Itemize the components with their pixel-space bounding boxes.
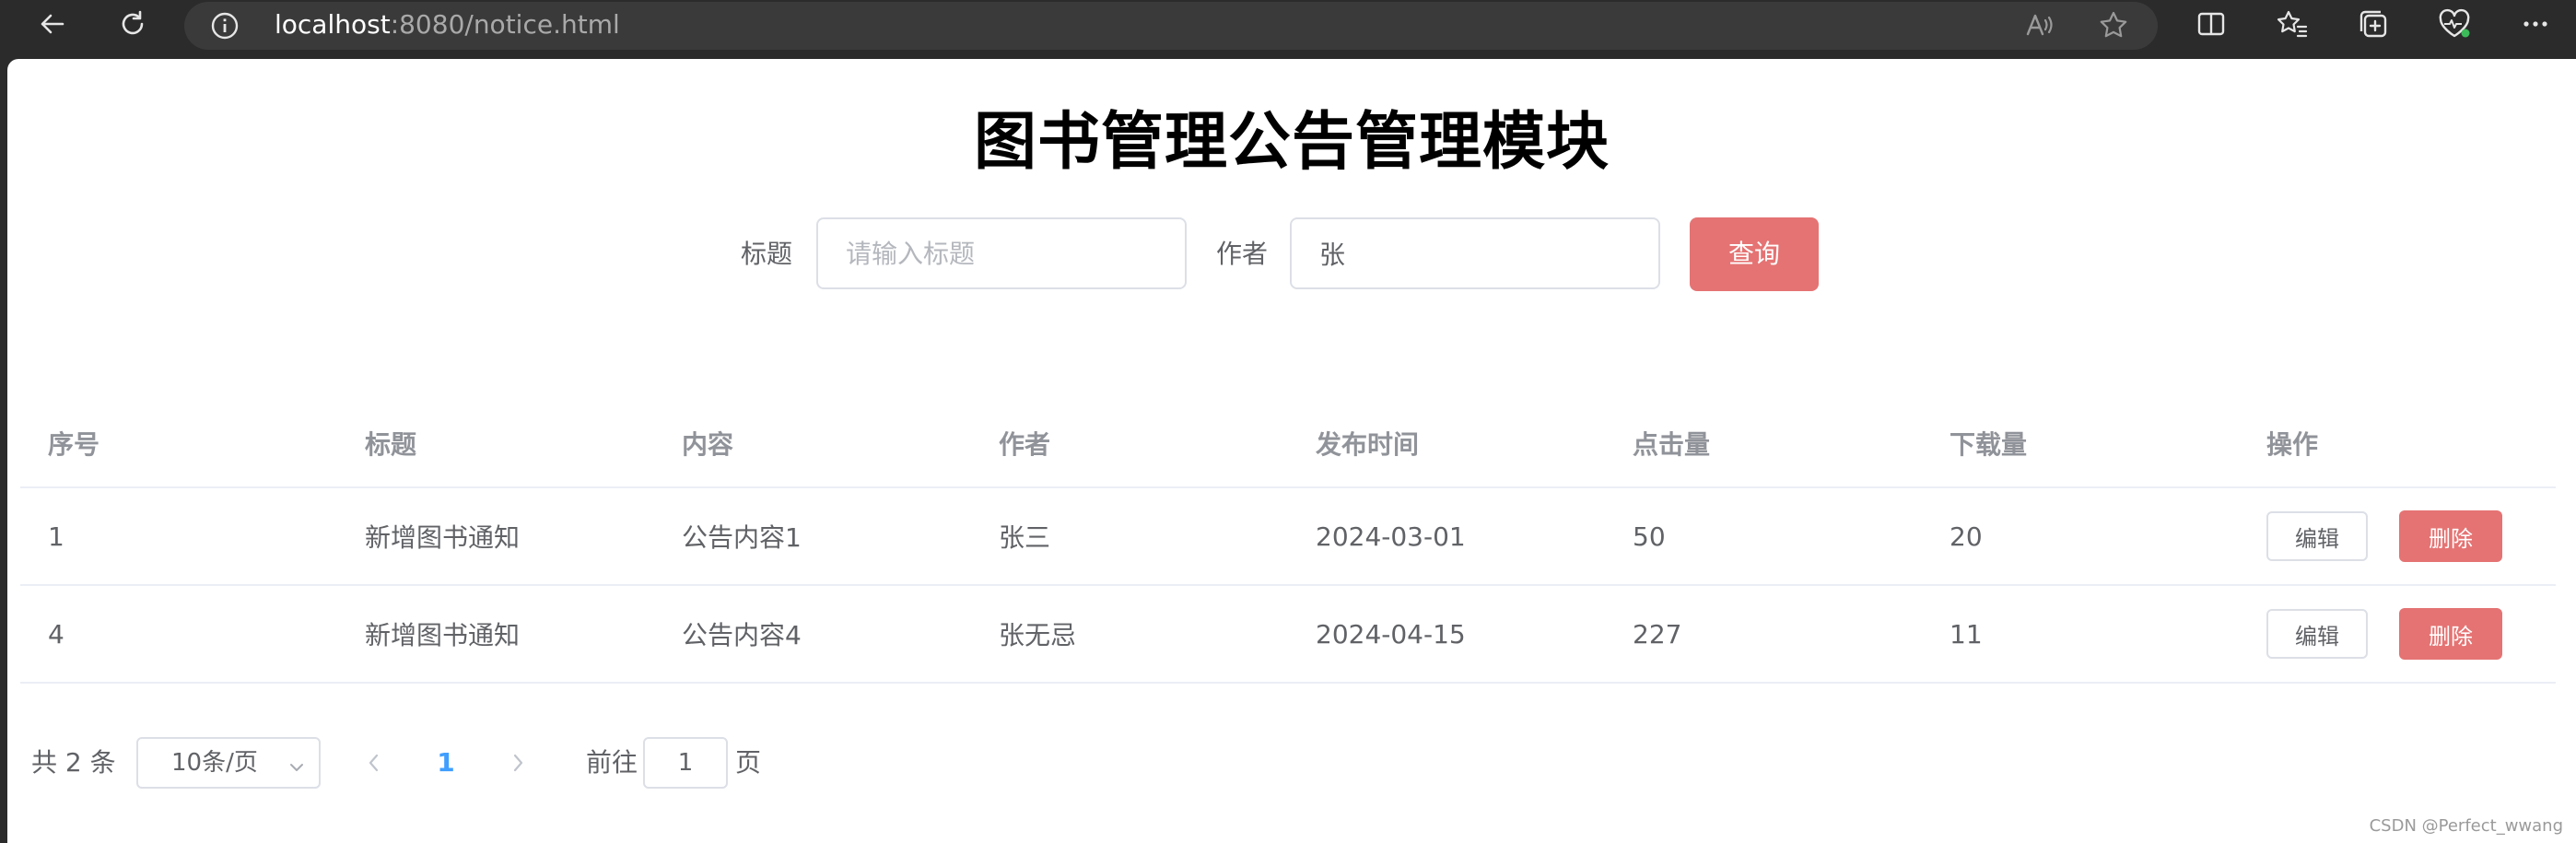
header-author: 作者 <box>999 429 1051 460</box>
cell-actions: 编辑 删除 <box>2266 586 2502 682</box>
watermark: CSDN @Perfect_wwang <box>2369 816 2563 836</box>
more-options-icon[interactable] <box>2510 0 2561 48</box>
refresh-icon[interactable] <box>107 0 158 48</box>
cell-actions: 编辑 删除 <box>2266 488 2502 584</box>
url-host: localhost <box>275 9 391 40</box>
page-size-select[interactable]: 10条/页 <box>136 737 321 789</box>
header-clicks: 点击量 <box>1633 429 1711 460</box>
header-downloads: 下载量 <box>1950 429 2028 460</box>
browser-essentials-icon[interactable] <box>2429 0 2480 48</box>
cell-index: 1 <box>48 521 64 552</box>
table-row: 1 新增图书通知 公告内容1 张三 2024-03-01 50 20 编辑 删除 <box>20 488 2556 586</box>
edit-button[interactable]: 编辑 <box>2266 609 2368 659</box>
header-content: 内容 <box>682 429 734 460</box>
url-path: :8080/notice.html <box>390 9 620 40</box>
favorites-icon[interactable] <box>2266 0 2318 48</box>
edit-button[interactable]: 编辑 <box>2266 511 2368 561</box>
table-header: 序号 标题 内容 作者 发布时间 点击量 下载量 操作 <box>20 372 2556 488</box>
cell-downloads: 11 <box>1950 618 1983 650</box>
pagination-total: 共 2 条 <box>31 747 116 778</box>
title-search-input[interactable] <box>816 217 1187 289</box>
chevron-down-icon <box>287 755 306 783</box>
title-search-label: 标题 <box>741 239 793 269</box>
cell-downloads: 20 <box>1950 521 1983 552</box>
goto-prefix: 前往 <box>586 747 638 778</box>
page-title: 图书管理公告管理模块 <box>973 106 1610 179</box>
site-info-icon[interactable] <box>210 11 240 41</box>
author-search-input[interactable] <box>1290 217 1660 289</box>
next-page-icon[interactable] <box>499 737 536 789</box>
cell-author: 张无忌 <box>999 620 1077 650</box>
address-bar[interactable]: localhost:8080/notice.html <box>184 2 2158 50</box>
header-index: 序号 <box>48 429 100 460</box>
header-title: 标题 <box>365 429 417 460</box>
url-text[interactable]: localhost:8080/notice.html <box>275 2 620 48</box>
header-publish-time: 发布时间 <box>1316 429 1420 460</box>
back-icon[interactable] <box>26 0 77 48</box>
favorite-star-icon[interactable] <box>2088 2 2139 48</box>
goto-page-input[interactable] <box>643 737 728 789</box>
delete-button[interactable]: 删除 <box>2399 608 2502 660</box>
query-button[interactable]: 查询 <box>1690 217 1819 291</box>
cell-publish-time: 2024-04-15 <box>1316 618 1466 650</box>
page-number-current[interactable]: 1 <box>427 737 464 789</box>
split-screen-icon[interactable] <box>2185 0 2237 48</box>
page-content: 图书管理公告管理模块 标题 作者 查询 序号 标题 内容 作者 发布时间 点击量… <box>7 59 2576 843</box>
collections-icon[interactable] <box>2348 0 2399 48</box>
cell-index: 4 <box>48 618 64 650</box>
author-search-label: 作者 <box>1216 239 1269 269</box>
header-actions: 操作 <box>2266 429 2319 460</box>
table-row: 4 新增图书通知 公告内容4 张无忌 2024-04-15 227 11 编辑 … <box>20 586 2556 684</box>
browser-toolbar: localhost:8080/notice.html <box>0 0 2576 50</box>
delete-button[interactable]: 删除 <box>2399 510 2502 562</box>
cell-publish-time: 2024-03-01 <box>1316 521 1466 552</box>
cell-clicks: 50 <box>1633 521 1666 552</box>
read-aloud-icon[interactable] <box>2014 2 2066 48</box>
goto-suffix: 页 <box>735 747 762 778</box>
cell-author: 张三 <box>999 522 1051 553</box>
cell-content: 公告内容1 <box>682 522 802 553</box>
page-size-value: 10条/页 <box>171 749 258 777</box>
notice-table: 序号 标题 内容 作者 发布时间 点击量 下载量 操作 1 新增图书通知 公告内… <box>20 392 2556 684</box>
prev-page-icon[interactable] <box>356 737 392 789</box>
cell-title: 新增图书通知 <box>365 620 521 650</box>
cell-content: 公告内容4 <box>682 620 802 650</box>
cell-clicks: 227 <box>1633 618 1682 650</box>
cell-title: 新增图书通知 <box>365 522 521 553</box>
